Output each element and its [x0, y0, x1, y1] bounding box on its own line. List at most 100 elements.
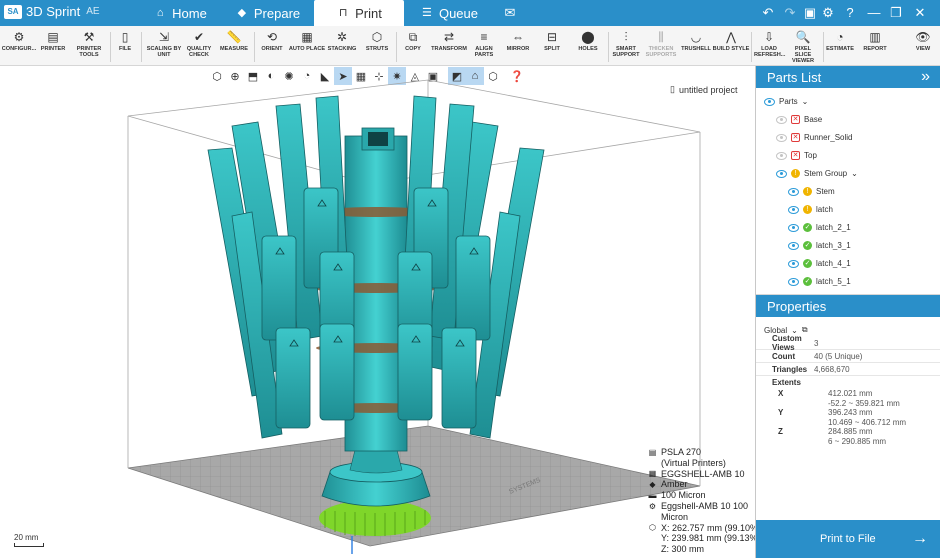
save-icon[interactable]: ▣	[802, 5, 818, 21]
tree-item-latch-5-1[interactable]: ✓ latch_5_1	[788, 273, 851, 290]
build-style-button[interactable]: ⋀ BUILD STYLE	[713, 29, 750, 63]
auto-place-button[interactable]: ▦ AUTO PLACE	[289, 29, 325, 63]
chevron-down-icon[interactable]: ⌄	[851, 169, 858, 178]
toolbar-divider	[823, 32, 824, 62]
tree-item-latch-4-1[interactable]: ✓ latch_4_1	[788, 255, 851, 272]
magnifier-icon: 🔍	[795, 30, 811, 44]
chevron-down-icon[interactable]: ⌄	[802, 97, 809, 106]
print-to-file-button[interactable]: Print to File →	[756, 520, 940, 558]
quality-check-button[interactable]: ✔ QUALITY CHECK	[184, 29, 214, 63]
error-icon: ✕	[791, 133, 800, 142]
printer-tools-icon: ⚒	[83, 30, 95, 44]
eye-icon[interactable]	[776, 169, 787, 178]
tab-home-label: Home	[172, 5, 207, 21]
tree-item-stem[interactable]: ! Stem	[788, 183, 835, 200]
split-button[interactable]: ⊟ SPLIT	[541, 29, 563, 63]
printer-icon: ▤	[648, 447, 657, 457]
help-icon[interactable]: ?	[842, 5, 858, 20]
printer-button[interactable]: ▤ PRINTER	[39, 29, 67, 63]
collapse-icon[interactable]: »	[921, 68, 930, 86]
measure-button[interactable]: 📏 MEASURE	[218, 29, 250, 63]
orient-button[interactable]: ⟲ ORIENT	[258, 29, 286, 63]
eye-icon[interactable]	[776, 151, 787, 160]
eye-icon[interactable]	[788, 241, 799, 250]
toolbar-divider	[110, 32, 111, 62]
thicken-supports-button[interactable]: ⫼ THICKEN SUPPORTS	[644, 29, 678, 63]
eye-icon[interactable]	[764, 97, 775, 106]
file-button[interactable]: ▯ FILE	[114, 29, 136, 63]
toolbar-divider	[751, 32, 752, 62]
app-name: 3D Sprint	[26, 4, 81, 19]
undo-icon[interactable]: ↶	[760, 5, 776, 21]
prop-row: Count 40 (5 Unique)	[756, 350, 940, 363]
struts-icon: ⬡	[371, 30, 383, 44]
view-button[interactable]: 👁 VIEW	[912, 29, 934, 63]
eye-icon[interactable]	[788, 205, 799, 214]
build-volume-scene: SYSTEMS	[127, 79, 701, 554]
settings-icon[interactable]: ⚙	[820, 5, 836, 21]
tab-queue-label: Queue	[438, 5, 479, 21]
eye-icon[interactable]	[788, 259, 799, 268]
configure-button[interactable]: ⚙ CONFIGUR...	[1, 29, 37, 63]
scale-bar: 20 mm	[14, 533, 44, 547]
build-style-icon: ⋀	[726, 30, 736, 44]
close-icon[interactable]: ✕	[912, 5, 928, 21]
tree-item-runner-solid[interactable]: ✕ Runner_Solid	[776, 129, 852, 146]
tree-item-parts[interactable]: Parts ⌄	[764, 93, 808, 110]
tree-item-top[interactable]: ✕ Top	[776, 147, 817, 164]
maximize-icon[interactable]: ❐	[888, 5, 904, 21]
split-icon: ⊟	[546, 30, 558, 44]
minimize-icon[interactable]: —	[866, 5, 882, 20]
load-refresh-button[interactable]: ⇩ LOAD REFRESH...	[754, 29, 785, 63]
transform-button[interactable]: ⇄ TRANSFORM	[430, 29, 468, 63]
tree-item-latch-3-1[interactable]: ✓ latch_3_1	[788, 237, 851, 254]
eye-icon[interactable]	[776, 115, 787, 124]
extents-block: Extents X 412.021 mm -52.2 ~ 359.821 mm Y…	[772, 378, 907, 446]
tree-item-latch[interactable]: ! latch	[788, 201, 833, 218]
trushell-button[interactable]: ◡ TRUSHELL	[680, 29, 712, 63]
eye-icon[interactable]	[788, 277, 799, 286]
print-icon: ⊓	[338, 7, 348, 19]
3d-viewport[interactable]: ⬡ ⊕ ⬒ ◐ ✺ ◔ ◣ ➤ ▦ ⊹ ✷ ◬ ▣ ◩ ⌂ ⬡ ❓ ▯ unti…	[0, 66, 755, 558]
app-logo: SA 3D Sprint AE	[4, 4, 100, 19]
smart-support-button[interactable]: ⫶ SMART SUPPORT	[611, 29, 641, 63]
eye-icon[interactable]	[788, 223, 799, 232]
toolbar-divider	[254, 32, 255, 62]
tab-prepare[interactable]: ◆ Prepare	[230, 0, 305, 26]
prop-row: Custom Views 3	[756, 334, 940, 352]
tab-print[interactable]: ⊓ Print	[314, 0, 404, 26]
support-icon: ⫶	[624, 29, 628, 44]
eye-icon[interactable]	[776, 133, 787, 142]
report-button[interactable]: ▥ REPORT	[862, 29, 888, 63]
mirror-button[interactable]: ⇔ MIRROR	[504, 29, 532, 63]
stacking-button[interactable]: ✲ STACKING	[327, 29, 357, 63]
check-icon: ✓	[803, 277, 812, 286]
tree-item-stem-group[interactable]: ! Stem Group ⌄	[776, 165, 858, 182]
estimate-button[interactable]: ◔ ESTIMATE	[826, 29, 854, 63]
scaling-by-unit-button[interactable]: ⇲ SCALING BY UNIT	[145, 29, 183, 63]
warning-icon: !	[803, 205, 812, 214]
check-icon: ✔	[193, 30, 205, 44]
printer-tools-button[interactable]: ⚒ PRINTER TOOLS	[73, 29, 105, 63]
tree-item-base[interactable]: ✕ Base	[776, 111, 822, 128]
struts-button[interactable]: ⬡ STRUTS	[364, 29, 390, 63]
properties-header: Properties	[756, 295, 940, 317]
pixel-slice-viewer-button[interactable]: 🔍 PIXEL SLICE VIEWER	[786, 29, 820, 64]
copy-button[interactable]: ⧉ COPY	[401, 29, 425, 63]
tab-home[interactable]: ⌂ Home	[150, 0, 210, 26]
tab-queue[interactable]: ☰ Queue	[414, 0, 484, 26]
redo-icon[interactable]: ↷	[782, 5, 798, 21]
queue-icon: ☰	[422, 7, 432, 19]
eye-icon[interactable]	[788, 187, 799, 196]
parts-list-title: Parts List	[767, 69, 822, 85]
align-parts-button[interactable]: ≡ ALIGN PARTS	[471, 29, 497, 63]
tab-print-label: Print	[355, 5, 382, 21]
check-icon: ✓	[803, 241, 812, 250]
title-bar: SA 3D Sprint AE ⌂ Home ◆ Prepare ⊓ Print…	[0, 0, 940, 26]
mail-icon[interactable]: ✉	[502, 5, 518, 21]
tree-item-latch-2-1[interactable]: ✓ latch_2_1	[788, 219, 851, 236]
holes-button[interactable]: ⬤ HOLES	[575, 29, 601, 63]
color-icon: ◆	[649, 480, 656, 490]
scaling-icon: ⇲	[158, 30, 170, 44]
toolbar-divider	[396, 32, 397, 62]
